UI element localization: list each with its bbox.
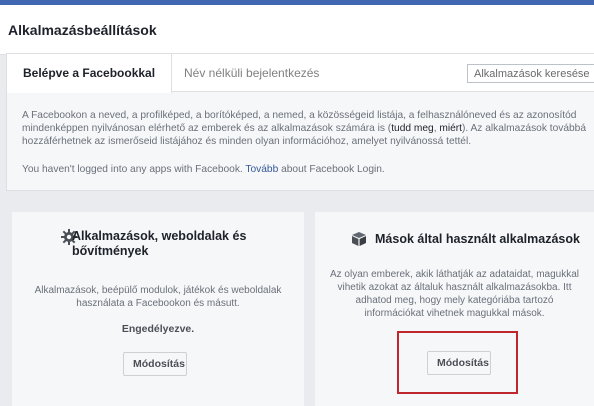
page-header: Alkalmazásbeállítások <box>0 5 594 55</box>
why-link[interactable]: miért <box>439 123 462 134</box>
learn-more-link[interactable]: tudd meg <box>391 123 433 134</box>
tab-anonymous-login[interactable]: Név nélküli bejelentkezés <box>184 54 319 92</box>
login-status-text: You haven't logged into any apps with Fa… <box>22 164 592 175</box>
public-info-description: A Facebookon a neved, a profilképed, a b… <box>22 109 592 148</box>
apps-card-title: Alkalmazások, weboldalak és bővítmények <box>72 229 247 258</box>
status-text: You haven't logged into any apps with Fa… <box>22 164 246 175</box>
apps-card-text: Alkalmazások, beépülő modulok, játékok é… <box>34 285 282 309</box>
app-search-input[interactable] <box>467 64 594 83</box>
tab-logged-in-with-facebook[interactable]: Belépve a Facebookkal <box>7 54 173 93</box>
highlight-annotation-box <box>397 331 518 394</box>
tabs-bar: Belépve a Facebookkal Név nélküli bejele… <box>7 54 594 93</box>
status-text-end: about Facebook Login. <box>278 164 385 175</box>
more-about-login-link[interactable]: Tovább <box>245 164 278 175</box>
others-card-text: Az olyan emberek, akik láthatják az adat… <box>329 269 580 319</box>
apps-status-label: Engedélyezve. <box>121 323 195 335</box>
apps-edit-button[interactable]: Módosítás <box>123 352 187 376</box>
apps-websites-plugins-card: Alkalmazások, weboldalak és bővítmények … <box>12 212 304 406</box>
app-settings-panel: Belépve a Facebookkal Név nélküli bejele… <box>6 53 594 191</box>
page-title: Alkalmazásbeállítások <box>8 22 157 38</box>
others-card-title: Mások által használt alkalmazások <box>375 232 580 246</box>
